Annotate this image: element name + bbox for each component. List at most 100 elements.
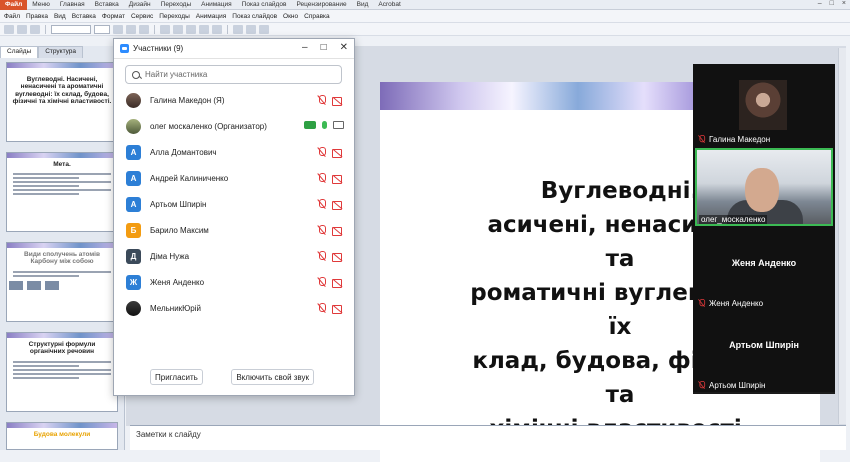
slide-thumbnail-1[interactable]: Вуглеводні. Насичені, ненасичені та аром… xyxy=(6,62,118,142)
menu-item[interactable]: Формат xyxy=(102,13,125,20)
menu-item[interactable]: Справка xyxy=(304,13,330,20)
menu-item[interactable]: Правка xyxy=(26,13,48,20)
thumbnail-title: Мета. xyxy=(53,161,71,168)
bold-icon[interactable] xyxy=(113,24,123,34)
new-slide-icon[interactable] xyxy=(246,24,256,34)
participant-name: МельникЮрій xyxy=(150,303,201,313)
unmute-self-button[interactable]: Включить свой звук xyxy=(231,369,314,385)
mic-muted-icon[interactable] xyxy=(317,225,326,235)
participant-row[interactable]: Б Барило Максим xyxy=(114,217,354,243)
menu-item[interactable]: Дизайн xyxy=(124,1,156,8)
camera-off-icon[interactable] xyxy=(332,174,344,184)
mic-muted-icon[interactable] xyxy=(317,303,326,313)
participant-name: Діма Нужа xyxy=(150,251,190,261)
search-input[interactable]: Найти участника xyxy=(125,65,342,84)
notes-field[interactable]: Заметки к слайду xyxy=(130,425,846,450)
participant-row[interactable]: олег москаленко (Организатор) xyxy=(114,113,354,139)
mic-muted-icon[interactable] xyxy=(317,277,326,287)
participant-row[interactable]: А Артьом Шпирін xyxy=(114,191,354,217)
mic-on-icon[interactable] xyxy=(322,121,327,129)
slide-thumbnail-5[interactable]: Будова молекули xyxy=(6,422,118,450)
video-tile-active-speaker[interactable]: олег_москаленко xyxy=(693,146,835,228)
invite-button[interactable]: Пригласить xyxy=(150,369,203,385)
menu-item[interactable]: Вид xyxy=(54,13,66,20)
video-tile[interactable]: Артьом Шпирін Артьом Шпирін xyxy=(693,310,835,392)
italic-icon[interactable] xyxy=(126,24,136,34)
formatting-toolbar xyxy=(0,23,850,36)
menu-item[interactable]: Анимация xyxy=(196,13,227,20)
menu-item[interactable]: Вставка xyxy=(72,13,96,20)
camera-off-icon[interactable] xyxy=(332,252,344,262)
slide-thumbnail-2[interactable]: Мета. xyxy=(6,152,118,232)
align-left-icon[interactable] xyxy=(160,24,170,34)
menu-item[interactable]: Окно xyxy=(283,13,298,20)
avatar: Б xyxy=(126,222,141,238)
camera-off-icon[interactable] xyxy=(332,278,344,288)
menu-item[interactable]: Acrobat xyxy=(373,1,405,8)
slide-thumbnail-4[interactable]: Структурні формули органічних речовин xyxy=(6,332,118,412)
tab-outline[interactable]: Структура xyxy=(38,46,84,58)
camera-off-icon[interactable] xyxy=(332,148,344,158)
bullets-icon[interactable] xyxy=(199,24,209,34)
video-tile[interactable]: Галина Македон xyxy=(693,64,835,146)
menu-item[interactable]: Главная xyxy=(55,1,90,8)
tab-slides[interactable]: Слайды xyxy=(0,46,39,58)
participant-row[interactable]: МельникЮрій xyxy=(114,295,354,321)
mic-muted-icon xyxy=(698,381,706,389)
camera-off-icon[interactable] xyxy=(332,96,344,106)
menu-item[interactable]: Рецензирование xyxy=(291,1,351,8)
menu-item[interactable]: Показ слайдов xyxy=(237,1,292,8)
minimize-icon[interactable]: – xyxy=(302,42,308,53)
menu-item[interactable]: Файл xyxy=(4,13,20,20)
align-right-icon[interactable] xyxy=(186,24,196,34)
numbering-icon[interactable] xyxy=(212,24,222,34)
minimize-icon[interactable]: – xyxy=(818,0,822,7)
align-center-icon[interactable] xyxy=(173,24,183,34)
video-tile[interactable]: Женя Анденко Женя Анденко xyxy=(693,228,835,310)
mic-muted-icon[interactable] xyxy=(317,95,326,105)
menu-item[interactable]: Показ слайдов xyxy=(232,13,277,20)
mic-muted-icon[interactable] xyxy=(317,173,326,183)
video-tile-label: Женя Анденко xyxy=(697,298,763,308)
menu-item[interactable]: Анимация xyxy=(196,1,237,8)
participant-row[interactable]: Галина Македон (Я) xyxy=(114,87,354,113)
thumbnail-image xyxy=(9,280,23,290)
participant-name: Барило Максим xyxy=(150,225,209,235)
slide-thumbnail-3[interactable]: Види сполучень атомів Карбону між собою xyxy=(6,242,118,322)
camera-off-icon[interactable] xyxy=(332,304,344,314)
file-menu-button[interactable]: Файл xyxy=(0,0,28,10)
vertical-scrollbar[interactable] xyxy=(838,48,846,424)
size-select[interactable] xyxy=(94,24,110,34)
participants-list: Галина Македон (Я) олег москаленко (Орга… xyxy=(114,87,354,321)
mic-muted-icon[interactable] xyxy=(317,251,326,261)
font-color-icon[interactable] xyxy=(233,24,243,34)
menu-item[interactable]: Вид xyxy=(352,1,374,8)
font-select[interactable] xyxy=(51,24,91,34)
underline-icon[interactable] xyxy=(139,24,149,34)
participant-row[interactable]: Ж Женя Анденко xyxy=(114,269,354,295)
layout-icon[interactable] xyxy=(259,24,269,34)
new-icon[interactable] xyxy=(4,24,14,34)
camera-on-icon[interactable] xyxy=(333,121,344,129)
camera-off-icon[interactable] xyxy=(332,200,344,210)
maximize-icon[interactable]: □ xyxy=(321,42,327,53)
menu-item[interactable]: Вставка xyxy=(90,1,124,8)
participant-name: Артьом Шпирін xyxy=(150,199,207,209)
open-icon[interactable] xyxy=(17,24,27,34)
close-icon[interactable]: ✕ xyxy=(340,42,348,53)
participant-row[interactable]: Д Діма Нужа xyxy=(114,243,354,269)
participant-row[interactable]: А Андрей Калиниченко xyxy=(114,165,354,191)
menu-item[interactable]: Меню xyxy=(27,1,55,8)
camera-off-icon[interactable] xyxy=(332,226,344,236)
close-icon[interactable]: × xyxy=(842,0,846,7)
mic-muted-icon[interactable] xyxy=(317,199,326,209)
menu-item[interactable]: Переходы xyxy=(156,1,197,8)
menu-item[interactable]: Сервис xyxy=(131,13,153,20)
participant-row[interactable]: А Алла Домантович xyxy=(114,139,354,165)
menu-item[interactable]: Переходы xyxy=(159,13,190,20)
maximize-icon[interactable]: □ xyxy=(830,0,834,7)
save-icon[interactable] xyxy=(30,24,40,34)
participants-titlebar: Участники (9) – □ ✕ xyxy=(114,39,354,59)
mic-muted-icon[interactable] xyxy=(317,147,326,157)
thumbnail-title: Вуглеводні. Насичені, ненасичені та аром… xyxy=(12,76,112,106)
